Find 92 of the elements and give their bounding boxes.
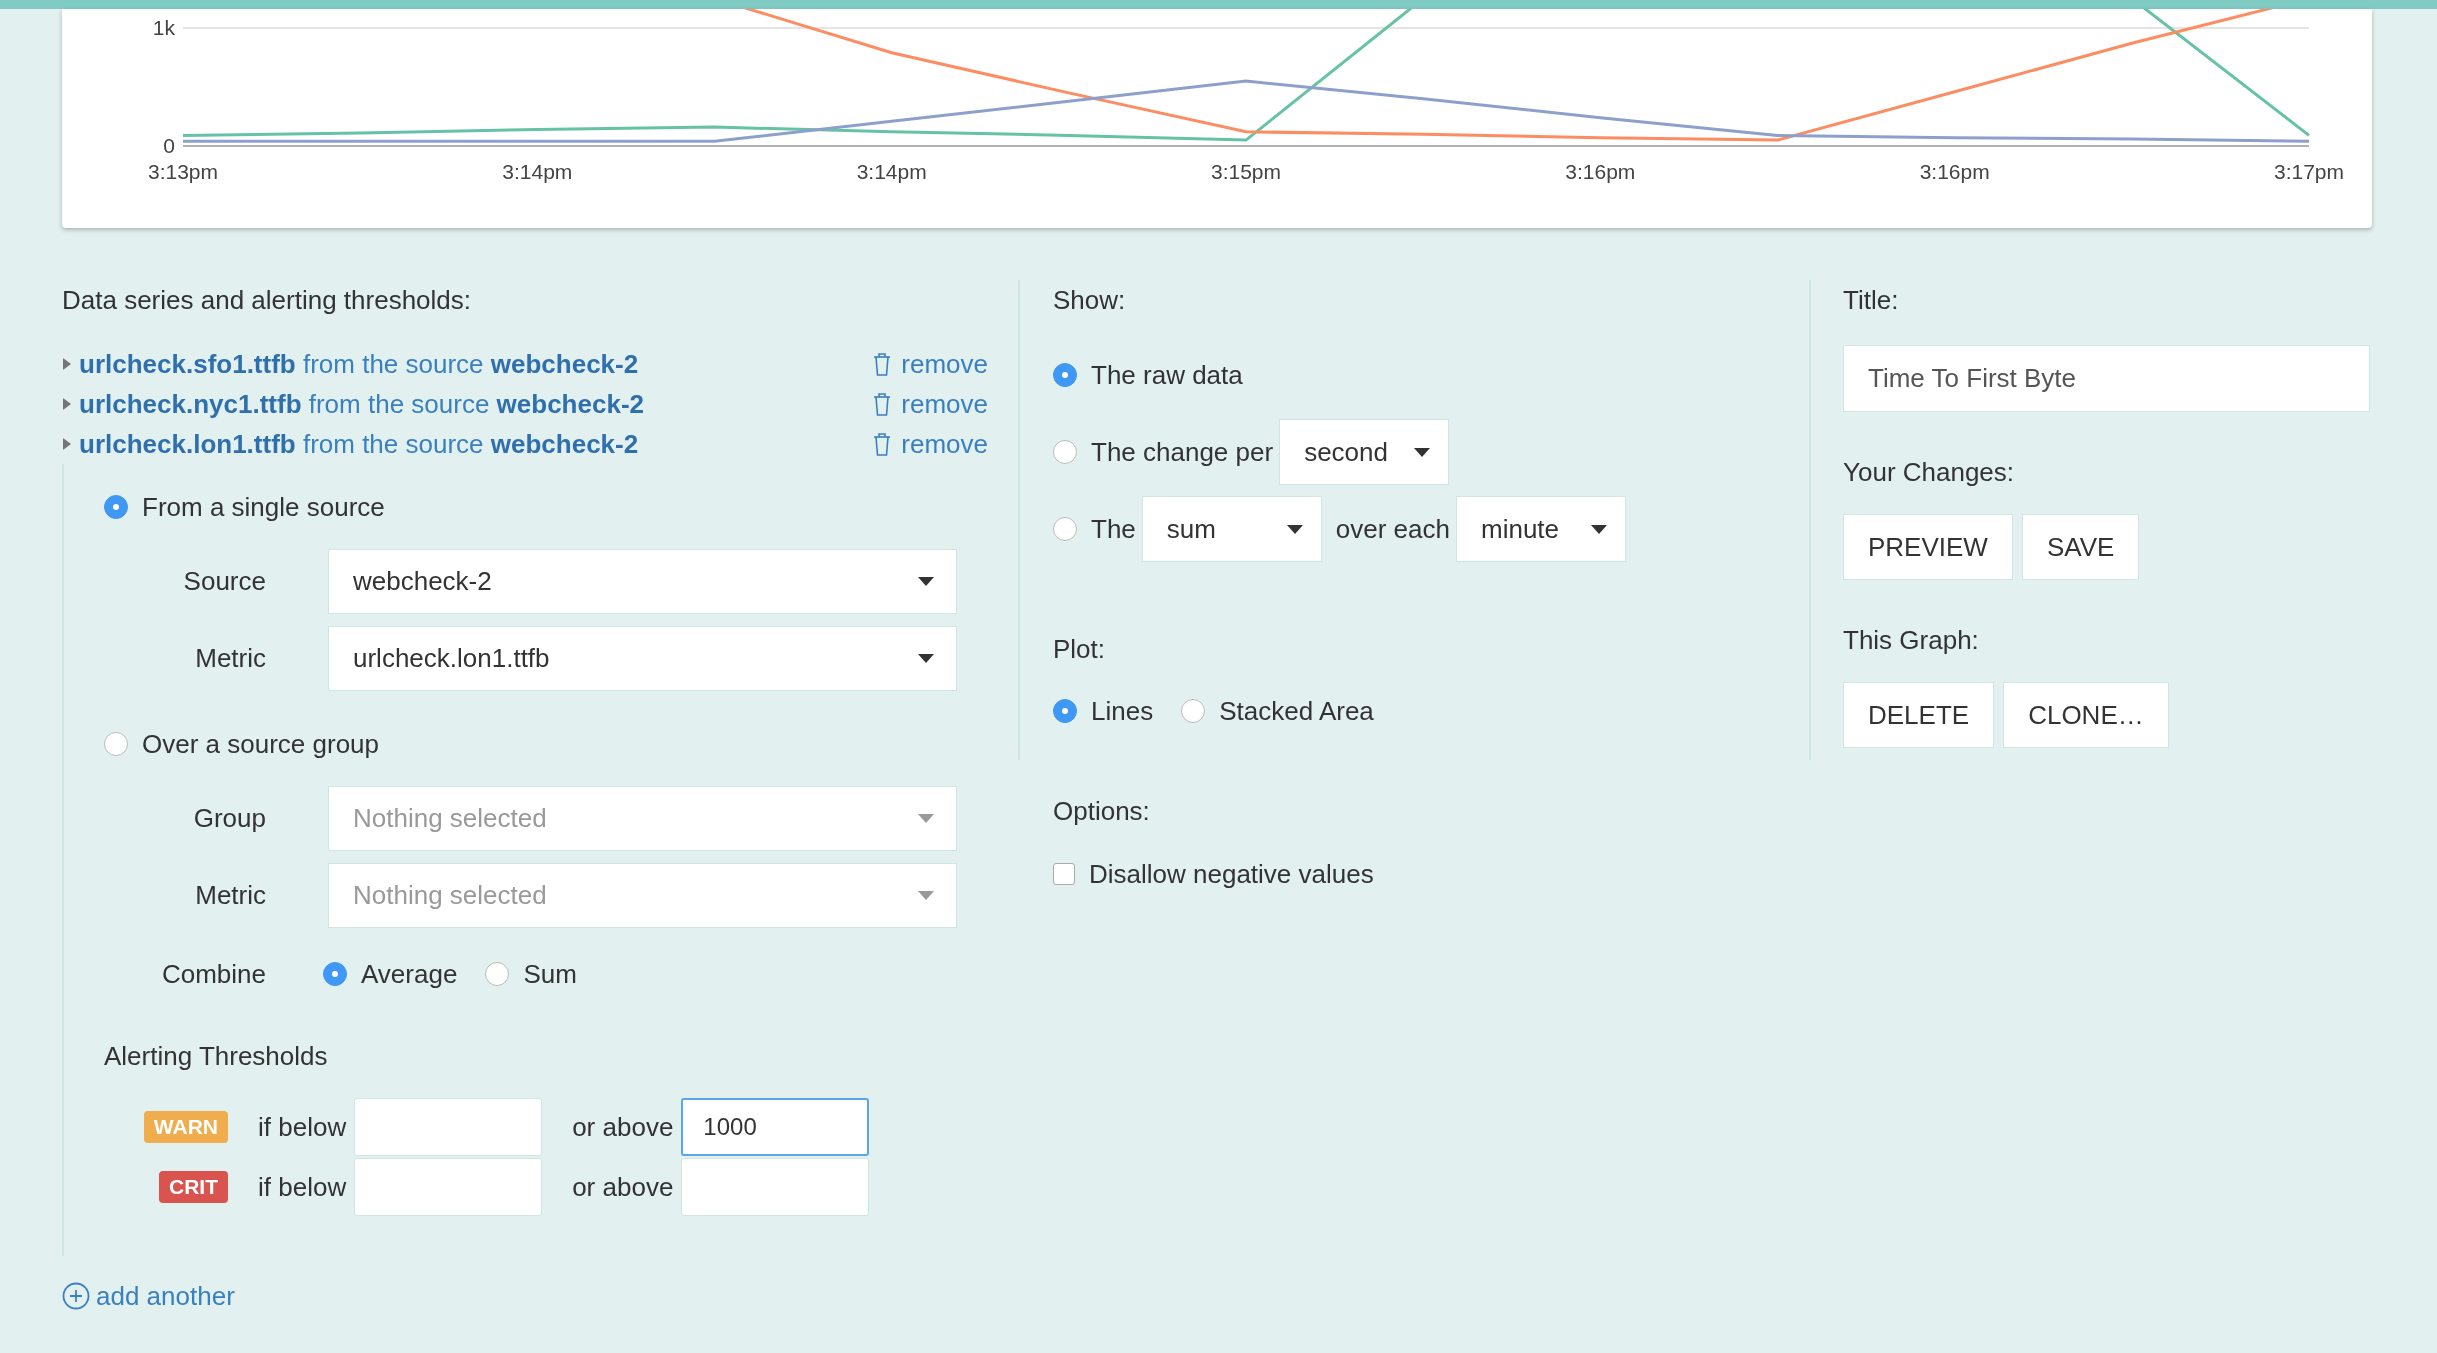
field-label: over each bbox=[1335, 513, 1450, 545]
dropdown[interactable]: minute bbox=[1456, 496, 1626, 562]
series-description: urlcheck.lon1.ttfb from the source webcheck-2 bbox=[79, 428, 639, 460]
radio-label: Stacked Area bbox=[1219, 695, 1374, 727]
caret-icon bbox=[918, 577, 934, 586]
axis-label: 3:15pm bbox=[1211, 160, 1281, 183]
section-heading: Plot: bbox=[1053, 633, 1107, 666]
dropdown[interactable]: urlcheck.lon1.ttfb bbox=[328, 626, 957, 691]
caret-icon bbox=[918, 814, 934, 823]
field-label: Metric bbox=[194, 880, 266, 911]
section-heading: Your Changes: bbox=[1843, 456, 2016, 489]
radio-button[interactable] bbox=[104, 495, 128, 519]
add-link[interactable]: add another bbox=[62, 1276, 988, 1316]
source-link[interactable]: webcheck-2 bbox=[496, 388, 644, 419]
action-button[interactable]: DELETE bbox=[1843, 682, 1995, 748]
caret-icon bbox=[1414, 447, 1431, 457]
radio-label: Sum bbox=[523, 958, 577, 990]
radio-button[interactable] bbox=[1181, 699, 1206, 723]
radio-button[interactable] bbox=[323, 962, 347, 986]
field-label: Source bbox=[182, 566, 266, 597]
trash-icon bbox=[873, 392, 892, 416]
trash-icon bbox=[873, 352, 892, 376]
dropdown[interactable]: webcheck-2 bbox=[328, 549, 957, 614]
checkbox-label: Disallow negative values bbox=[1089, 858, 1374, 890]
radio-button[interactable] bbox=[104, 732, 128, 756]
axis-label: 3:16pm bbox=[1565, 160, 1636, 183]
section-heading: Alerting Thresholds bbox=[104, 1040, 329, 1073]
field-label: or above bbox=[572, 1171, 674, 1203]
axis-label: 1k bbox=[152, 16, 175, 39]
radio-button[interactable] bbox=[485, 962, 510, 986]
field-label: if below bbox=[258, 1171, 347, 1203]
trash-icon bbox=[873, 432, 892, 456]
section-heading: Show: bbox=[1053, 284, 1127, 317]
remove-link[interactable]: remove bbox=[873, 428, 988, 460]
radio-button[interactable] bbox=[1053, 517, 1077, 541]
field-label: or above bbox=[572, 1111, 674, 1143]
dropdown[interactable]: Nothing selected bbox=[328, 786, 957, 851]
dropdown[interactable]: Nothing selected bbox=[328, 863, 957, 928]
caret-icon[interactable] bbox=[62, 397, 72, 411]
section-heading: Options: bbox=[1053, 795, 1151, 828]
radio-label: Lines bbox=[1091, 695, 1154, 727]
radio-label: Over a source group bbox=[142, 728, 379, 760]
axis-label: 0 bbox=[163, 134, 175, 157]
status-badge: CRIT bbox=[159, 1171, 228, 1203]
series-description: urlcheck.sfo1.ttfb from the source webcheck-2 bbox=[79, 348, 639, 380]
section-heading: This Graph: bbox=[1843, 624, 1980, 657]
plus-circle-icon bbox=[62, 1282, 90, 1310]
radio-label: The bbox=[1091, 513, 1136, 545]
caret-icon bbox=[918, 654, 934, 663]
remove-link[interactable]: remove bbox=[873, 348, 988, 380]
title-input[interactable]: Time To First Byte bbox=[1843, 345, 2370, 412]
caret-icon bbox=[1286, 524, 1303, 534]
checkbox[interactable] bbox=[1053, 863, 1075, 885]
threshold-input[interactable] bbox=[354, 1098, 543, 1156]
section-heading: Title: bbox=[1843, 284, 1900, 317]
field-label: if below bbox=[258, 1111, 347, 1143]
metric-link[interactable]: urlcheck.nyc1.ttfb bbox=[79, 388, 302, 419]
series-description: urlcheck.nyc1.ttfb from the source webcheck-2 bbox=[79, 388, 644, 420]
metric-link[interactable]: urlcheck.lon1.ttfb bbox=[79, 428, 296, 459]
threshold-input[interactable] bbox=[354, 1158, 543, 1216]
dropdown[interactable]: sum bbox=[1141, 496, 1322, 562]
caret-icon[interactable] bbox=[62, 437, 72, 451]
axis-label: 3:14pm bbox=[856, 160, 927, 183]
status-badge: WARN bbox=[143, 1111, 228, 1143]
axis-label: 3:16pm bbox=[1919, 160, 1990, 183]
source-link[interactable]: webcheck-2 bbox=[490, 348, 639, 379]
field-label: Group bbox=[192, 803, 266, 834]
radio-label: From a single source bbox=[142, 491, 385, 523]
radio-button[interactable] bbox=[1053, 440, 1077, 464]
caret-icon bbox=[918, 891, 934, 900]
threshold-input[interactable]: 1000 bbox=[681, 1098, 870, 1156]
field-label: Combine bbox=[160, 958, 266, 990]
source-link[interactable]: webcheck-2 bbox=[490, 428, 639, 459]
threshold-input[interactable] bbox=[681, 1158, 870, 1216]
action-button[interactable]: CLONE… bbox=[2003, 682, 2169, 748]
field-label: Metric bbox=[194, 643, 266, 674]
radio-label: Average bbox=[361, 958, 458, 990]
radio-button[interactable] bbox=[1053, 699, 1077, 723]
axis-label: 3:13pm bbox=[148, 160, 218, 183]
radio-button[interactable] bbox=[1053, 363, 1077, 387]
remove-link[interactable]: remove bbox=[873, 388, 988, 420]
metric-link[interactable]: urlcheck.sfo1.ttfb bbox=[79, 348, 296, 379]
radio-label: The raw data bbox=[1091, 359, 1243, 391]
action-button[interactable]: SAVE bbox=[2021, 514, 2140, 580]
axis-label: 3:14pm bbox=[502, 160, 573, 183]
action-button[interactable]: PREVIEW bbox=[1843, 514, 2013, 580]
axis-label: 3:17pm bbox=[2274, 160, 2344, 183]
radio-label: The change per bbox=[1091, 436, 1274, 468]
caret-icon bbox=[1591, 524, 1607, 534]
caret-icon[interactable] bbox=[62, 357, 72, 371]
section-heading: Data series and alerting thresholds: bbox=[62, 284, 472, 317]
dropdown[interactable]: second bbox=[1279, 419, 1450, 485]
